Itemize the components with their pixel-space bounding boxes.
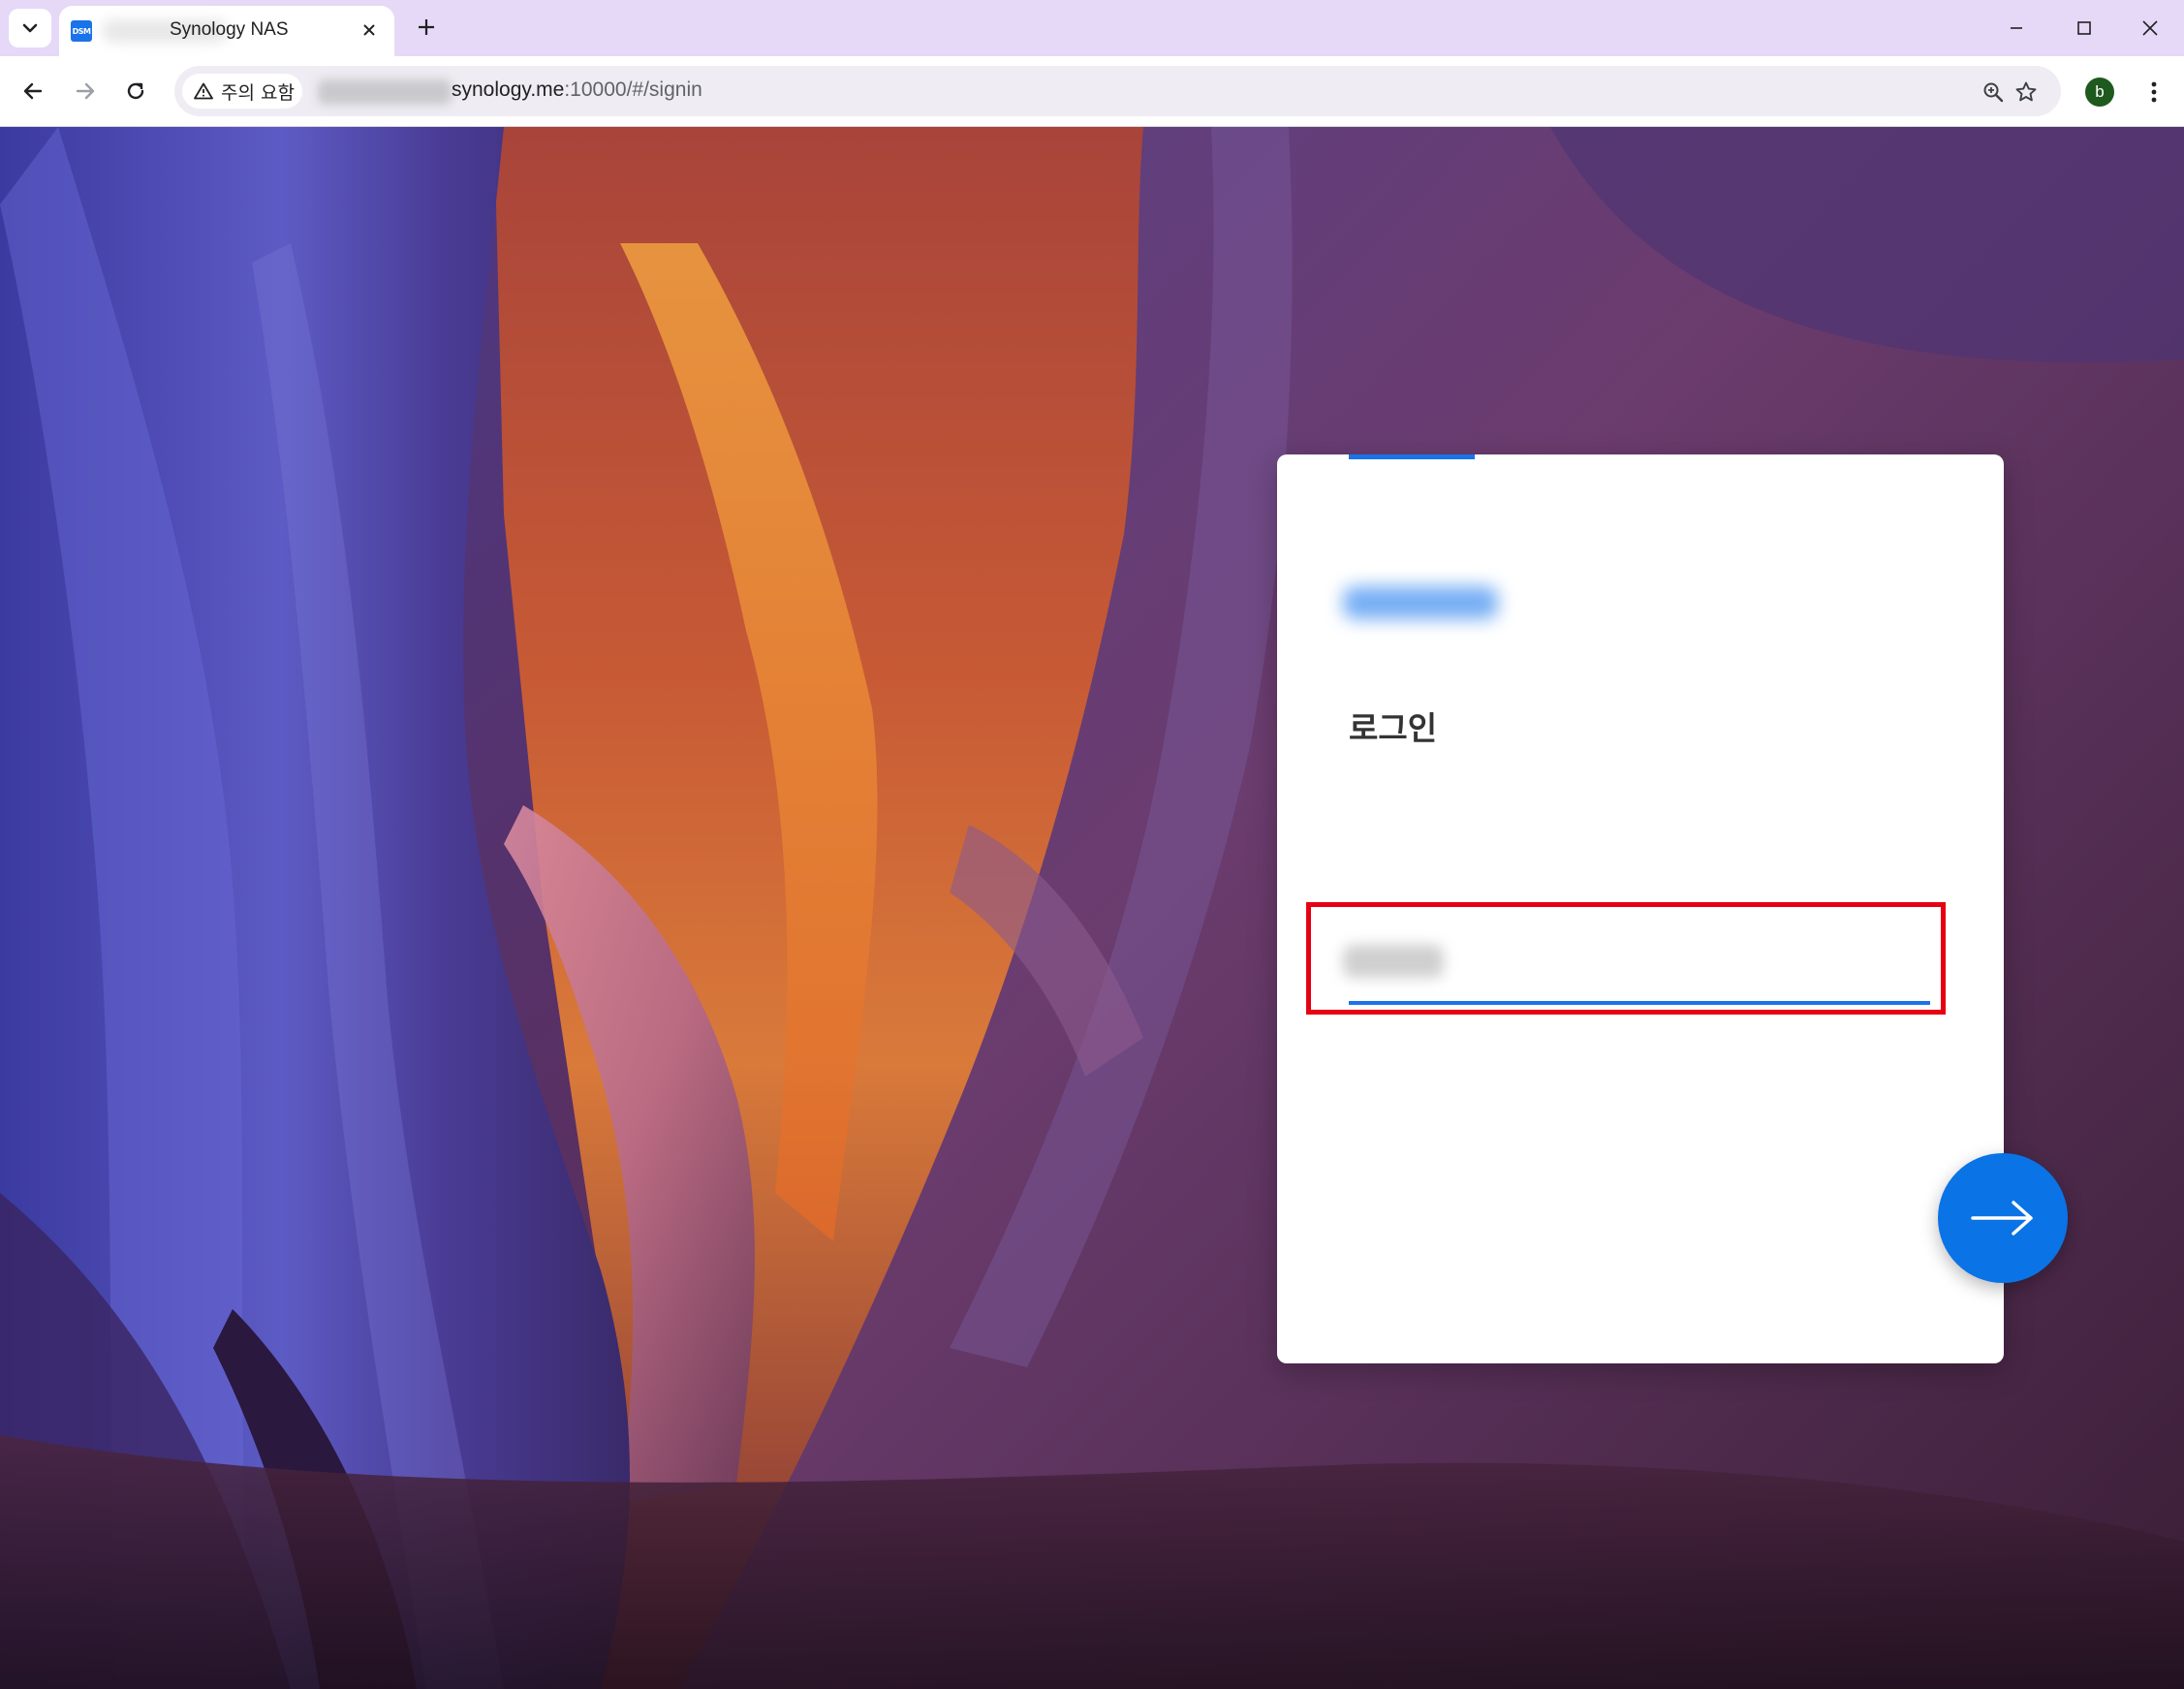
arrow-right-icon bbox=[76, 82, 95, 100]
chevron-down-icon bbox=[22, 23, 38, 33]
star-icon bbox=[2015, 81, 2037, 102]
zoom-button[interactable] bbox=[1979, 78, 2008, 107]
url-text: synology.me:10000/#/signin bbox=[452, 78, 702, 102]
security-warning-label: 주의 요함 bbox=[221, 81, 295, 104]
close-icon bbox=[363, 24, 375, 36]
maximize-button[interactable] bbox=[2060, 8, 2108, 48]
kebab-menu-icon bbox=[2151, 81, 2157, 103]
zoom-icon bbox=[1983, 82, 2004, 103]
bookmark-button[interactable] bbox=[2012, 78, 2041, 107]
close-icon bbox=[2142, 20, 2158, 36]
back-button[interactable] bbox=[12, 70, 54, 112]
tab-close-button[interactable] bbox=[356, 16, 383, 44]
card-accent-bar bbox=[1349, 454, 1475, 459]
forward-button[interactable] bbox=[64, 70, 107, 112]
browser-tab[interactable]: DSM Synology NAS bbox=[59, 6, 394, 56]
url-host: synology.me bbox=[452, 78, 565, 101]
arrow-left-icon bbox=[23, 82, 43, 100]
plus-icon bbox=[419, 19, 434, 35]
login-card: 로그인 bbox=[1277, 454, 2004, 1363]
new-tab-button[interactable] bbox=[409, 10, 444, 45]
browser-menu-button[interactable] bbox=[2139, 74, 2168, 110]
profile-avatar[interactable]: b bbox=[2085, 78, 2114, 107]
warning-triangle-icon bbox=[194, 82, 213, 100]
url-path: :10000/#/signin bbox=[564, 78, 702, 101]
reload-icon bbox=[127, 82, 144, 100]
account-input[interactable] bbox=[1349, 1001, 1930, 1005]
reload-button[interactable] bbox=[114, 70, 157, 112]
minimize-icon bbox=[2011, 27, 2022, 29]
browser-toolbar: 주의 요함 synology.me:10000/#/signin b bbox=[0, 56, 2184, 127]
server-name-redacted bbox=[1343, 586, 1498, 619]
close-window-button[interactable] bbox=[2126, 8, 2174, 48]
account-input-value-redacted[interactable] bbox=[1343, 945, 1444, 978]
arrow-right-icon bbox=[1971, 1201, 2033, 1235]
url-redacted bbox=[318, 79, 452, 105]
tab-strip: DSM Synology NAS bbox=[0, 0, 2184, 56]
address-bar[interactable]: 주의 요함 synology.me:10000/#/signin bbox=[174, 66, 2061, 116]
security-warning-chip[interactable]: 주의 요함 bbox=[182, 74, 302, 109]
tab-search-button[interactable] bbox=[9, 9, 51, 47]
minimize-button[interactable] bbox=[1992, 8, 2041, 48]
signin-page: 로그인 bbox=[0, 127, 2184, 1689]
next-button[interactable] bbox=[1938, 1153, 2068, 1283]
tab-title: Synology NAS bbox=[170, 19, 289, 40]
login-title: 로그인 bbox=[1349, 709, 1438, 747]
tab-favicon: DSM bbox=[71, 20, 92, 42]
maximize-icon bbox=[2077, 21, 2091, 35]
